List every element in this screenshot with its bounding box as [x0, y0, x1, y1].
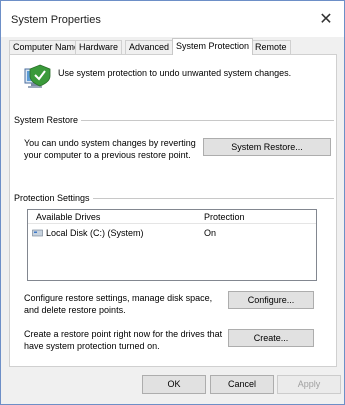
- system-restore-button[interactable]: System Restore...: [203, 138, 331, 156]
- tab-hardware[interactable]: Hardware: [75, 40, 123, 54]
- system-properties-window: System Properties ✕ Computer Name Hardwa…: [0, 0, 345, 405]
- drive-protection-status: On: [204, 228, 217, 238]
- tab-system-protection[interactable]: System Protection: [172, 38, 254, 55]
- tab-strip: Computer Name Hardware Advanced System P…: [9, 38, 339, 55]
- system-restore-group-title: System Restore: [14, 115, 82, 125]
- configure-button[interactable]: Configure...: [228, 291, 314, 309]
- cancel-button[interactable]: Cancel: [210, 375, 274, 394]
- system-restore-description: You can undo system changes by reverting…: [24, 138, 196, 160]
- create-button[interactable]: Create...: [228, 329, 314, 347]
- drive-name: Local Disk (C:) (System): [46, 228, 144, 238]
- apply-button[interactable]: Apply: [277, 375, 341, 394]
- column-available-drives[interactable]: Available Drives: [36, 212, 100, 222]
- tab-advanced[interactable]: Advanced: [125, 40, 174, 54]
- tab-remote[interactable]: Remote: [251, 40, 291, 54]
- intro-text: Use system protection to undo unwanted s…: [58, 68, 292, 78]
- tab-panel: Use system protection to undo unwanted s…: [9, 54, 337, 367]
- protection-settings-group-title: Protection Settings: [14, 193, 93, 203]
- system-protection-icon: [24, 64, 51, 88]
- tab-computer-name[interactable]: Computer Name: [9, 40, 84, 54]
- drives-list[interactable]: Available Drives Protection Local Disk (…: [27, 209, 317, 281]
- title-bar: System Properties ✕: [1, 1, 344, 37]
- table-row[interactable]: Local Disk (C:) (System) On: [28, 226, 316, 240]
- list-header: Available Drives Protection: [28, 210, 316, 224]
- configure-description: Configure restore settings, manage disk …: [24, 293, 213, 315]
- window-title: System Properties: [11, 14, 101, 26]
- close-button[interactable]: ✕: [314, 7, 338, 31]
- create-description: Create a restore point right now for the…: [24, 329, 223, 351]
- column-protection[interactable]: Protection: [204, 212, 245, 222]
- ok-button[interactable]: OK: [142, 375, 206, 394]
- drive-icon: [32, 229, 43, 237]
